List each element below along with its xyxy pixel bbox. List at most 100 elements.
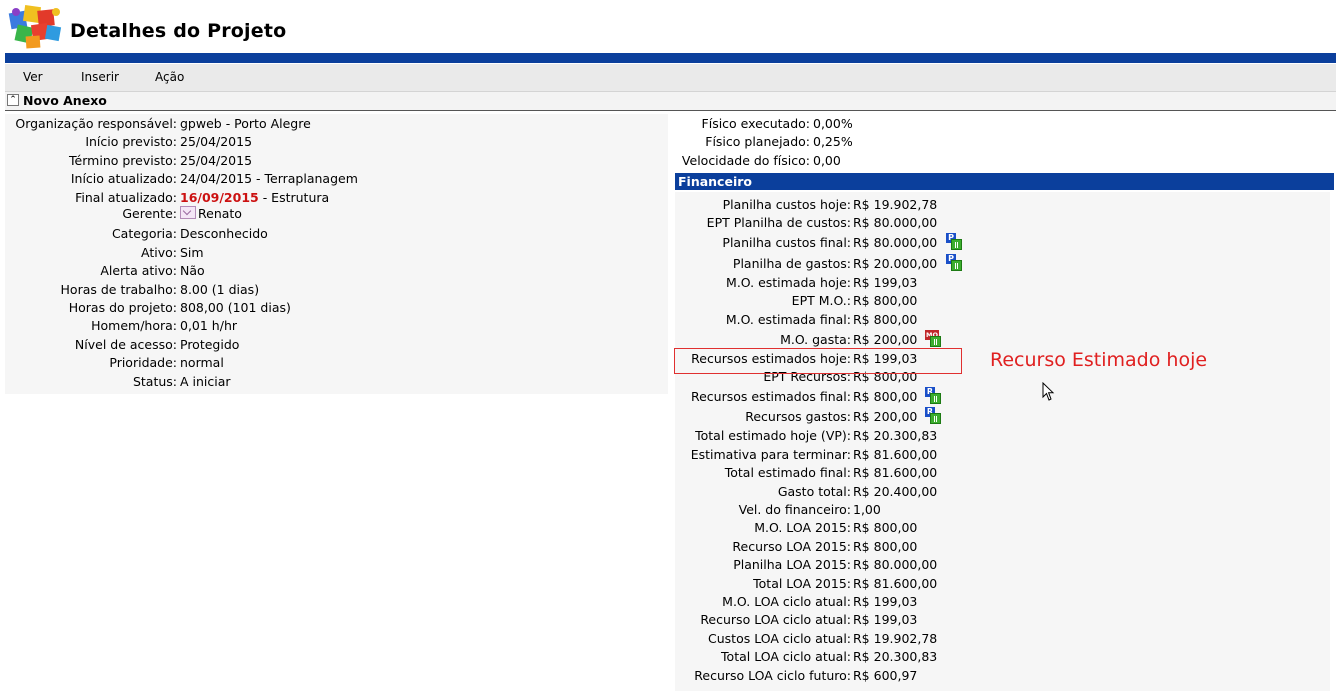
spreadsheet-r-icon[interactable]: R (925, 407, 941, 425)
page-header: Detalhes do Projeto (0, 0, 1337, 52)
financial-value: R$ 200,00 (853, 409, 918, 425)
financial-label: M.O. estimada final: (725, 311, 851, 327)
detail-value: 24/04/2015 - Terraplanagem (180, 171, 358, 187)
financial-label: Gasto total: (777, 483, 851, 499)
page-title: Detalhes do Projeto (70, 20, 287, 42)
section-title: Novo Anexo (23, 93, 107, 108)
header-divider-bar (5, 53, 1336, 63)
financial-row: Recurso LOA 2015: R$ 800,00 (0, 538, 1337, 556)
financial-label: M.O. LOA 2015: (754, 520, 851, 536)
financial-section-title: Financeiro (675, 173, 1334, 190)
financial-value: R$ 20.000,00 (853, 255, 938, 271)
financial-row: M.O. estimada final: R$ 800,00 (0, 311, 1337, 329)
physical-row: Físico planejado: 0,25% (0, 133, 1337, 151)
financial-label: Estimativa para terminar: (690, 446, 851, 462)
financial-label: Planilha de gastos: (732, 255, 851, 271)
menu-acao[interactable]: Ação (155, 70, 184, 84)
financial-label: Recurso LOA ciclo atual: (700, 612, 851, 628)
financial-row: Recursos estimados final: R$ 800,00 R (0, 386, 1337, 406)
financial-row: Planilha custos final: R$ 80.000,00 P (0, 233, 1337, 252)
financial-row: Estimativa para terminar: R$ 81.600,00 (0, 446, 1337, 464)
financial-row: Vel. do financeiro: 1,00 (0, 501, 1337, 519)
financial-value: R$ 81.600,00 (853, 465, 938, 481)
financial-label: Total LOA ciclo atual: (721, 649, 851, 665)
financial-label: Total estimado final: (724, 465, 851, 481)
financial-value: R$ 20.400,00 (853, 483, 938, 499)
financial-value: R$ 20.300,83 (853, 428, 938, 444)
financial-label: Recursos gastos: (745, 409, 851, 425)
collapse-icon[interactable]: ⌃ (7, 94, 19, 106)
spreadsheet-mo-icon[interactable]: MO (925, 329, 941, 347)
physical-label: Físico executado: (701, 116, 810, 131)
mouse-cursor-icon (1042, 382, 1055, 401)
financial-value: R$ 800,00 (853, 311, 918, 327)
puzzle-logo-icon (8, 4, 62, 49)
financial-value: R$ 800,00 (853, 538, 918, 554)
financial-row: Recurso LOA ciclo futuro: R$ 600,97 (0, 667, 1337, 685)
financial-row: M.O. estimada hoje: R$ 199,03 (0, 274, 1337, 292)
physical-row: Velocidade do físico: 0,00 (0, 152, 1337, 170)
financial-row: M.O. LOA 2015: R$ 800,00 (0, 519, 1337, 537)
physical-value: 0,00 (813, 152, 841, 168)
menu-bar: Ver Inserir Ação (5, 64, 1336, 92)
icon-arrow (951, 259, 962, 271)
financial-label: Planilha custos hoje: (722, 197, 851, 212)
financial-row: Planilha custos hoje: R$ 19.902,78 (0, 196, 1337, 214)
financial-label: M.O. gasta: (780, 331, 851, 347)
financial-value: R$ 81.600,00 (853, 575, 938, 591)
physical-row: Físico executado: 0,00% (0, 115, 1337, 133)
menu-inserir[interactable]: Inserir (81, 70, 119, 84)
physical-label: Físico planejado: (705, 134, 810, 150)
financial-label: Vel. do financeiro: (738, 501, 851, 517)
financial-row: EPT M.O.: R$ 800,00 (0, 292, 1337, 310)
section-header: ⌃ Novo Anexo (5, 92, 1336, 111)
financial-value: R$ 19.902,78 (853, 630, 938, 646)
financial-row: Total LOA 2015: R$ 81.600,00 (0, 575, 1337, 593)
icon-arrow (951, 239, 962, 251)
financial-value: R$ 80.000,00 (853, 215, 938, 231)
spreadsheet-r-icon[interactable]: R (925, 386, 941, 404)
financial-label: M.O. LOA ciclo atual: (722, 593, 851, 609)
financial-value: R$ 600,97 (853, 667, 918, 683)
menu-ver[interactable]: Ver (23, 70, 43, 84)
physical-label: Velocidade do físico: (681, 152, 810, 168)
highlight-box (674, 348, 962, 374)
financial-row: M.O. gasta: R$ 200,00 MO (0, 329, 1337, 349)
financial-row: Planilha de gastos: R$ 20.000,00 P (0, 253, 1337, 273)
financial-row: M.O. LOA ciclo atual: R$ 199,03 (0, 593, 1337, 611)
financial-row: Planilha LOA 2015: R$ 80.000,00 (0, 556, 1337, 574)
financial-value: R$ 20.300,83 (853, 649, 938, 665)
financial-value: R$ 800,00 (853, 293, 918, 309)
detail-label: Início atualizado: (70, 171, 177, 187)
detail-row: Início atualizado: 24/04/2015 - Terraplan… (0, 170, 668, 188)
financial-label: EPT Planilha de custos: (706, 215, 851, 231)
financial-row: Gasto total: R$ 20.400,00 (0, 483, 1337, 501)
financial-value: R$ 199,03 (853, 274, 918, 290)
financial-value: R$ 80.000,00 (853, 557, 938, 573)
financial-row: Recursos gastos: R$ 200,00 R (0, 407, 1337, 426)
financial-label: Recurso LOA ciclo futuro: (694, 667, 851, 683)
financial-value: R$ 200,00 (853, 331, 918, 347)
financial-label: EPT M.O.: (791, 293, 851, 309)
financial-row: Total LOA ciclo atual: R$ 20.300,83 (0, 648, 1337, 666)
financial-value: 1,00 (853, 501, 881, 517)
spreadsheet-p-icon[interactable]: P (946, 233, 962, 251)
financial-label: Total LOA 2015: (753, 575, 851, 591)
financial-label: Recursos estimados final: (690, 388, 851, 404)
financial-value: R$ 800,00 (853, 388, 918, 404)
financial-label: M.O. estimada hoje: (726, 274, 851, 290)
physical-value: 0,00% (813, 116, 853, 131)
financial-row: Total estimado final: R$ 81.600,00 (0, 464, 1337, 482)
icon-arrow (930, 413, 941, 425)
icon-arrow (930, 335, 941, 347)
financial-label: Total estimado hoje (VP): (695, 428, 851, 444)
financial-row: Recurso LOA ciclo atual: R$ 199,03 (0, 611, 1337, 629)
physical-value: 0,25% (813, 134, 853, 150)
spreadsheet-p-icon[interactable]: P (946, 253, 962, 271)
financial-label: Recurso LOA 2015: (732, 538, 851, 554)
financial-row: Total estimado hoje (VP): R$ 20.300,83 (0, 427, 1337, 445)
financial-value: R$ 199,03 (853, 612, 918, 628)
financial-value: R$ 199,03 (853, 593, 918, 609)
financial-label: Planilha LOA 2015: (733, 557, 851, 573)
financial-value: R$ 800,00 (853, 520, 918, 536)
